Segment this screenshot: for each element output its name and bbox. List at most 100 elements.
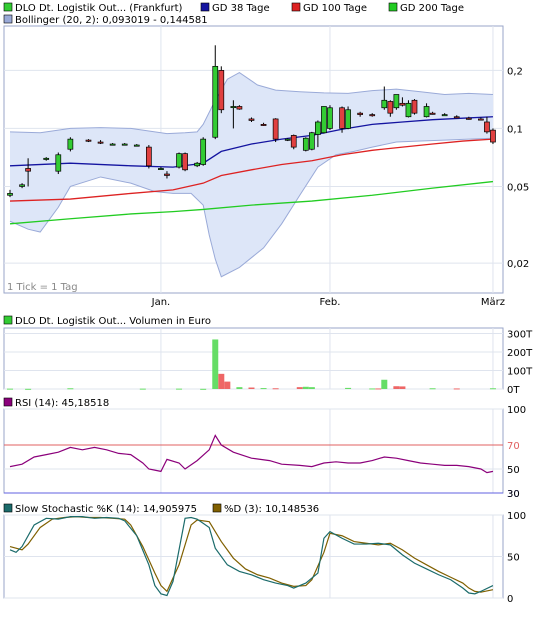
candle-body <box>423 106 430 118</box>
volume-bar <box>260 388 267 390</box>
candle-body <box>19 184 25 187</box>
price-y-tick-label: 0,1 <box>507 124 523 135</box>
legend-label: GD 200 Tage <box>400 3 464 14</box>
volume-bar <box>296 387 303 389</box>
legend-square-icon <box>212 503 222 513</box>
candle-body <box>85 139 92 142</box>
candle-body <box>357 112 363 115</box>
volume-bar <box>200 388 207 390</box>
legend-square-icon <box>200 2 210 12</box>
volume-bar <box>369 388 376 390</box>
legend-square-icon <box>3 503 13 513</box>
volume-bar <box>272 388 279 390</box>
volume-panel <box>3 327 504 390</box>
volume-bar <box>212 339 219 389</box>
price-y-tick-label: 0,02 <box>507 259 529 270</box>
volume-bar <box>453 388 460 390</box>
stochastic-k-title: Slow Stochastic %K (14): 14,905975 <box>15 504 197 515</box>
candle-body <box>369 114 376 117</box>
candle-body <box>97 141 104 144</box>
volume-title: DLO Dt. Logistik Out... Volumen in Euro <box>15 316 211 327</box>
volume-y-tick-label: 100T <box>507 367 533 378</box>
candle-body <box>387 101 394 114</box>
rsi-panel <box>3 408 504 494</box>
volume-bar <box>25 388 32 390</box>
stock-chart: DLO Dt. Logistik Out... (Frankfurt) GD 38… <box>0 0 545 619</box>
candle-body <box>200 138 207 165</box>
volume-bar <box>429 388 436 390</box>
candle-body <box>399 102 406 106</box>
legend-square-icon <box>3 315 13 325</box>
candle-body <box>236 106 243 110</box>
legend-square-icon <box>3 397 13 407</box>
volume-bar <box>345 387 352 389</box>
volume-y-tick-label: 200T <box>507 348 533 359</box>
candle-body <box>393 94 400 109</box>
stochastic-y-tick-label: 100 <box>507 511 526 522</box>
legend-square-icon <box>388 2 398 12</box>
candle-body <box>478 118 484 121</box>
candle-body <box>182 153 188 171</box>
candle-body <box>164 173 170 176</box>
rsi-y-tick-label: 70 <box>507 441 520 452</box>
candle-body <box>212 65 219 138</box>
candle-body <box>290 135 297 148</box>
candle-body <box>230 106 237 109</box>
legend-square-icon <box>291 2 301 12</box>
volume-bar <box>399 386 406 389</box>
candle-body <box>441 114 448 117</box>
legend-label: DLO Dt. Logistik Out... (Frankfurt) <box>15 3 182 14</box>
price-y-tick-label: 0,2 <box>507 66 523 77</box>
candle-body <box>43 157 50 160</box>
legend-square-icon <box>3 2 13 12</box>
legend-label: GD 100 Tage <box>303 3 367 14</box>
price-y-tick-label: 0,05 <box>507 182 529 193</box>
candle-body <box>309 132 315 150</box>
candle-body <box>484 121 490 133</box>
candle-body <box>55 154 62 172</box>
volume-bar <box>381 379 388 389</box>
rsi-y-tick-label: 100 <box>507 405 526 416</box>
candle-body <box>176 153 182 168</box>
volume-bar <box>176 388 183 390</box>
legend-label: GD 38 Tage <box>212 3 270 14</box>
volume-y-tick-label: 0T <box>507 385 520 396</box>
candle-body <box>67 138 74 150</box>
stochastic-y-tick-label: 50 <box>507 553 520 564</box>
candle-body <box>429 112 436 115</box>
candle-body <box>302 137 309 151</box>
volume-bar <box>7 388 13 390</box>
x-tick-label: Feb. <box>320 297 341 308</box>
candle-body <box>411 99 418 114</box>
candle-body <box>339 107 345 129</box>
candle-body <box>490 129 496 143</box>
candle-body <box>158 168 164 170</box>
candle-body <box>194 162 200 167</box>
volume-bar <box>308 387 315 389</box>
volume-bar <box>489 388 496 390</box>
x-tick-label: Jan. <box>151 297 171 308</box>
candle-body <box>260 123 267 126</box>
candle-body <box>248 118 255 121</box>
legend-label: Bollinger (20, 2): 0,093019 - 0,144581 <box>15 15 208 26</box>
candle-body <box>133 144 140 147</box>
legend-square-icon <box>3 14 13 24</box>
candle-body <box>284 138 291 141</box>
candle-body <box>121 143 128 146</box>
candle-body <box>321 106 327 134</box>
rsi-y-tick-label: 30 <box>507 489 520 500</box>
candle-body <box>465 117 472 120</box>
volume-bar <box>236 387 243 389</box>
volume-bar <box>67 388 74 390</box>
candle-body <box>218 70 225 111</box>
candle-body <box>109 143 116 146</box>
candle-body <box>272 118 279 140</box>
volume-bar <box>393 386 400 389</box>
candle-body <box>327 107 333 129</box>
stochastic-y-tick-label: 0 <box>507 594 513 605</box>
candle-body <box>7 193 13 196</box>
volume-bar <box>224 381 231 389</box>
rsi-y-tick-label: 50 <box>507 465 520 476</box>
volume-bar <box>139 388 146 390</box>
volume-bar <box>218 373 225 389</box>
